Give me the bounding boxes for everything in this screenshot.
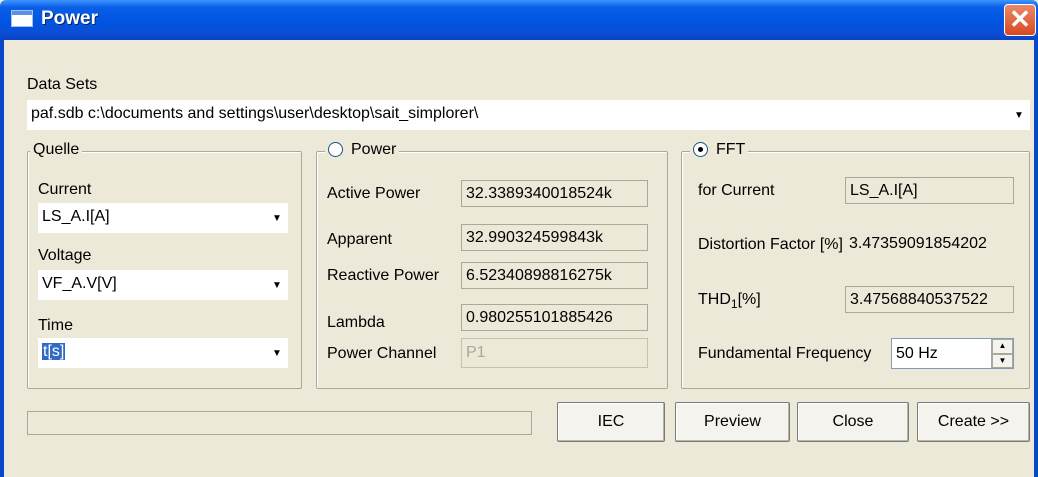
power-row-value: 32.990324599843k	[461, 224, 648, 251]
voltage-label: Voltage	[38, 247, 92, 264]
power-channel-field: P1	[461, 338, 648, 368]
for-current-label: for Current	[698, 182, 775, 199]
thd-suffix: [%]	[737, 291, 761, 308]
spin-down-icon[interactable]: ▼	[992, 353, 1013, 368]
window-border-right	[1034, 40, 1038, 477]
thd-label: THD1[%]	[698, 291, 761, 311]
thd-subscript: 1	[730, 297, 738, 312]
power-legend: Power	[351, 141, 397, 158]
power-row-value: 6.52340898816275k	[461, 262, 648, 289]
fundamental-frequency-label: Fundamental Frequency	[698, 345, 872, 362]
time-combo[interactable]: t[s] ▼	[38, 338, 288, 368]
data-sets-combo[interactable]: paf.sdb c:\documents and settings\user\d…	[27, 100, 1030, 130]
current-label: Current	[38, 181, 92, 198]
time-value: t[s]	[42, 343, 66, 360]
window-icon	[11, 10, 33, 27]
current-value: LS_A.I[A]	[42, 208, 110, 225]
distortion-factor-field: 3.47359091854202	[845, 231, 1014, 258]
chevron-down-icon[interactable]: ▼	[266, 338, 288, 368]
chevron-down-icon[interactable]: ▼	[266, 203, 288, 233]
data-sets-label: Data Sets	[27, 76, 98, 93]
chevron-down-icon[interactable]: ▼	[266, 270, 288, 300]
power-channel-label: Power Channel	[327, 345, 437, 362]
close-window-button[interactable]: ✕	[1004, 4, 1036, 36]
power-radio-indicator[interactable]	[328, 142, 343, 158]
progress-bar	[27, 411, 532, 435]
close-icon: ✕	[1009, 4, 1031, 34]
fundamental-frequency-spinner[interactable]: 50 Hz ▲ ▼	[891, 338, 1014, 369]
title-bar[interactable]: Power ✕	[0, 0, 1038, 40]
fundamental-frequency-value: 50 Hz	[896, 345, 938, 362]
fft-radio[interactable]: FFT	[690, 141, 749, 159]
current-combo[interactable]: LS_A.I[A] ▼	[38, 203, 288, 233]
power-radio[interactable]: Power	[325, 141, 400, 159]
window-title: Power	[41, 8, 99, 29]
for-current-field: LS_A.I[A]	[845, 177, 1014, 204]
power-row-label: Apparent	[327, 231, 392, 248]
distortion-factor-label: Distortion Factor [%]	[698, 236, 843, 253]
fft-legend: FFT	[716, 141, 746, 158]
voltage-combo[interactable]: VF_A.V[V] ▼	[38, 270, 288, 300]
fft-radio-indicator[interactable]	[693, 142, 708, 158]
create-button[interactable]: Create >>	[917, 402, 1030, 442]
time-label: Time	[38, 317, 73, 334]
power-row-label: Active Power	[327, 185, 421, 202]
iec-button[interactable]: IEC	[557, 402, 665, 442]
preview-button[interactable]: Preview	[675, 402, 790, 442]
power-row-value: 0.980255101885426	[461, 304, 648, 331]
chevron-down-icon[interactable]: ▼	[1008, 100, 1030, 130]
close-button[interactable]: Close	[797, 402, 909, 442]
thd-text: THD	[698, 291, 731, 308]
power-row-label: Reactive Power	[327, 267, 440, 284]
thd-field: 3.47568840537522	[845, 286, 1014, 313]
quelle-legend: Quelle	[30, 141, 83, 159]
voltage-value: VF_A.V[V]	[42, 275, 117, 292]
data-sets-value: paf.sdb c:\documents and settings\user\d…	[31, 105, 479, 122]
window-border-left	[0, 40, 4, 477]
power-row-value: 32.3389340018524k	[461, 180, 648, 207]
power-row-label: Lambda	[327, 314, 385, 331]
spin-up-icon[interactable]: ▲	[992, 339, 1013, 354]
